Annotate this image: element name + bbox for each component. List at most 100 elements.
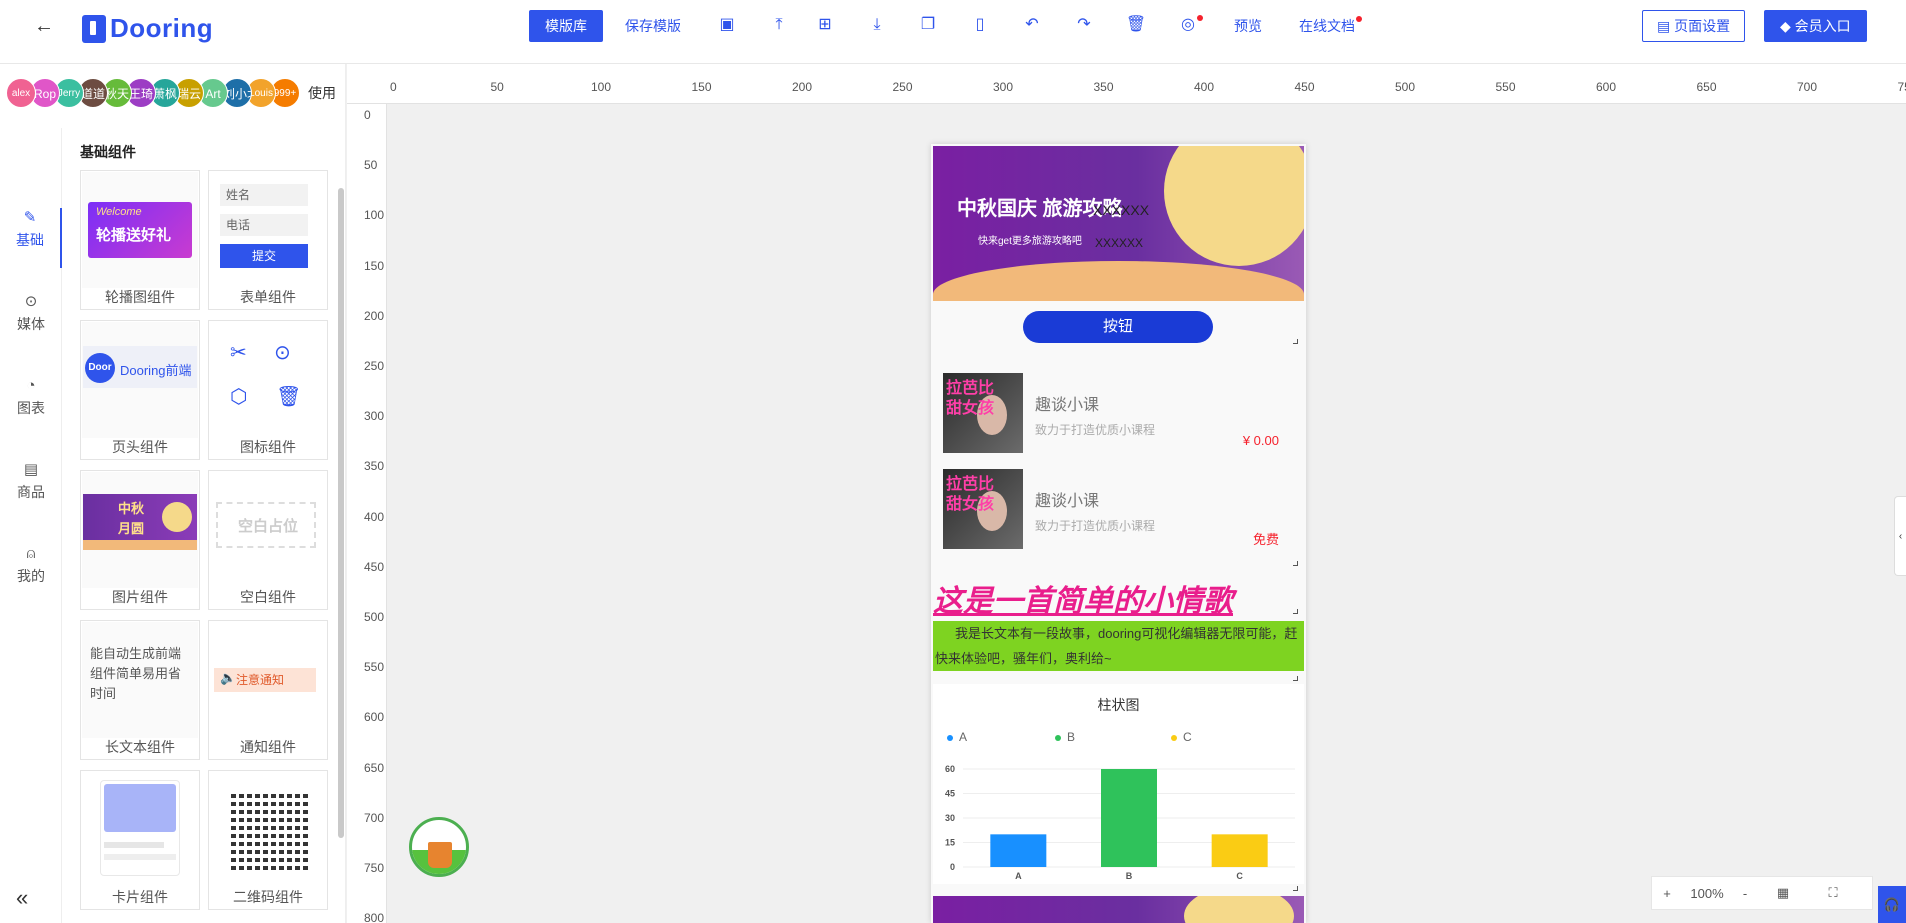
ruler-horizontal: 0 50 100 150 200 250 300 350 400 450 500 550 600 650 7… bbox=[347, 64, 1906, 104]
component-card-header[interactable]: Door Dooring前端 页头组件 bbox=[80, 320, 200, 460]
resize-handle[interactable] bbox=[1293, 886, 1298, 891]
play-icon: ⊙ bbox=[274, 342, 291, 364]
legend-item-a[interactable]: A bbox=[947, 730, 967, 744]
nav-item-goods[interactable]: ▤ 商品 bbox=[0, 460, 62, 520]
download-icon[interactable]: ⤓ bbox=[866, 14, 888, 36]
x-tick-label: C bbox=[1236, 871, 1243, 881]
y-tick-label: 45 bbox=[945, 789, 955, 799]
canvas-button[interactable]: 按钮 bbox=[1023, 311, 1213, 343]
right-panel-toggle[interactable]: ‹ bbox=[1894, 496, 1906, 576]
y-tick-label: 0 bbox=[950, 862, 955, 872]
legend-item-b[interactable]: B bbox=[1055, 730, 1075, 744]
ruler-tick-label: 300 bbox=[993, 80, 1014, 94]
resize-handle[interactable] bbox=[1293, 561, 1298, 566]
online-docs-link[interactable]: 在线文档 bbox=[1299, 10, 1355, 42]
canvas-phone[interactable]: 中秋国庆 旅游攻略 快来get更多旅游攻略吧 XXXXXX XXXXXX 按钮 … bbox=[931, 144, 1306, 923]
ruler-tick-label: 600 bbox=[364, 710, 385, 725]
preview-link[interactable]: 预览 bbox=[1234, 10, 1262, 42]
logo-text: Dooring bbox=[110, 13, 214, 43]
song-title-text[interactable]: 这是一首简单的小情歌 bbox=[933, 576, 1233, 620]
ruler-tick-label: 550 bbox=[364, 660, 385, 675]
component-card-icon[interactable]: ✂ ⊙ ⬡ 🗑 图标组件 bbox=[208, 320, 328, 460]
canvas-banner-image[interactable]: 中秋国庆 旅游攻略 快来get更多旅游攻略吧 XXXXXX XXXXXX bbox=[933, 146, 1304, 301]
play-circle-icon: ⊙ bbox=[24, 293, 38, 310]
ruler-tick-label: 100 bbox=[364, 208, 385, 223]
ruler-tick-label: 800 bbox=[364, 911, 385, 923]
bar-chart[interactable]: 柱状图 A B C 0 15 30 45 60 A B C bbox=[933, 684, 1304, 884]
arrow-left-icon[interactable]: ← bbox=[30, 14, 58, 38]
zoom-out-button[interactable]: - bbox=[1732, 886, 1758, 901]
carousel-thumbnail: Welcome 轮播送好礼 bbox=[82, 172, 198, 288]
form-thumbnail: 姓名 电话 提交 bbox=[210, 172, 326, 288]
component-card-notice[interactable]: 注意通知 🔈 通知组件 bbox=[208, 620, 328, 760]
nav-item-mine[interactable]: ⍝ 我的 bbox=[0, 544, 62, 604]
component-card-qrcode[interactable]: 二维码组件 bbox=[208, 770, 328, 910]
component-card-carousel[interactable]: Welcome 轮播送好礼 轮播图组件 bbox=[80, 170, 200, 310]
component-card-longtext[interactable]: 能自动生成前端组件简单易用省时间 长文本组件 bbox=[80, 620, 200, 760]
ruler-tick-label: 450 bbox=[1294, 80, 1315, 94]
ruler-tick-label: 400 bbox=[364, 509, 385, 524]
mobile-icon[interactable]: ▯ bbox=[969, 14, 991, 36]
headset-icon[interactable]: 🎧 bbox=[1878, 886, 1906, 923]
component-card-image[interactable]: 中秋 月圆 图片组件 bbox=[80, 470, 200, 610]
beer-float-icon[interactable] bbox=[409, 817, 469, 877]
long-text-block[interactable]: 我是长文本有一段故事，dooring可视化编辑器无限可能，赶快来体验吧，骚年们，… bbox=[933, 621, 1304, 671]
legend-item-c[interactable]: C bbox=[1171, 730, 1192, 744]
chart-title: 柱状图 bbox=[1097, 697, 1140, 713]
component-card-card[interactable]: 卡片组件 bbox=[80, 770, 200, 910]
component-card-blank[interactable]: 空白占位 空白组件 bbox=[208, 470, 328, 610]
file-add-icon[interactable]: ⊞ bbox=[814, 14, 836, 36]
nav-item-media[interactable]: ⊙ 媒体 bbox=[0, 292, 62, 352]
notice-thumbnail: 注意通知 🔈 bbox=[210, 622, 326, 738]
member-entry-button[interactable]: ◆ 会员入口 bbox=[1764, 10, 1867, 42]
sound-icon: 🔈 bbox=[220, 670, 237, 685]
undo-icon[interactable]: ↶ bbox=[1021, 14, 1043, 36]
fullscreen-icon[interactable]: ⛶ bbox=[1808, 885, 1858, 901]
header-thumbnail: Door Dooring前端 bbox=[82, 322, 198, 438]
zoom-in-button[interactable]: + bbox=[1652, 886, 1682, 901]
nav-item-chart[interactable]: ◔ 图表 bbox=[0, 376, 62, 436]
chart-bar-b bbox=[1101, 769, 1157, 867]
instagram-icon[interactable]: ◎ bbox=[1177, 14, 1199, 36]
blank-thumbnail: 空白占位 bbox=[210, 472, 326, 588]
logo[interactable]: Dooring bbox=[82, 13, 213, 44]
trash-icon: 🗑 bbox=[276, 386, 302, 408]
component-card-form[interactable]: 姓名 电话 提交 表单组件 bbox=[208, 170, 328, 310]
grid-icon[interactable]: ▦ bbox=[1758, 885, 1808, 901]
avatars-use-label: 使用 bbox=[308, 85, 336, 101]
copy-icon[interactable]: ❐ bbox=[917, 14, 939, 36]
resize-handle[interactable] bbox=[1293, 339, 1298, 344]
upload-icon[interactable]: ⤒ bbox=[768, 14, 790, 36]
resize-handle[interactable] bbox=[1293, 609, 1298, 614]
page-settings-button[interactable]: ▤ 页面设置 bbox=[1642, 10, 1746, 42]
user-avatars: alexRopJerry道道秋天王琦萧枫瑞云Art刘小北Louis999+使用 bbox=[6, 78, 336, 108]
avatar[interactable]: alex bbox=[6, 78, 36, 108]
save-template-link[interactable]: 保存模版 bbox=[625, 10, 681, 42]
ruler-tick-label: 450 bbox=[364, 559, 385, 574]
ruler-tick-label: 750 bbox=[364, 861, 385, 875]
save-icon[interactable]: ▣ bbox=[716, 14, 738, 36]
course-item[interactable]: 拉芭比 甜女孩 趣谈小课 致力于打造优质小课程 免费 bbox=[943, 469, 1283, 553]
y-tick-label: 30 bbox=[945, 813, 955, 823]
canvas-banner-image-2[interactable] bbox=[933, 896, 1304, 923]
longtext-thumbnail: 能自动生成前端组件简单易用省时间 bbox=[82, 622, 198, 738]
redo-icon[interactable]: ↷ bbox=[1073, 14, 1095, 36]
resize-handle[interactable] bbox=[1293, 676, 1298, 681]
ruler-tick-label: 500 bbox=[364, 610, 385, 624]
card-thumbnail bbox=[82, 772, 198, 888]
ruler-tick-label: 350 bbox=[1093, 80, 1114, 94]
delete-icon[interactable]: 🗑 bbox=[1125, 14, 1147, 36]
diamond-icon: ◆ bbox=[1780, 18, 1795, 34]
left-panel: alexRopJerry道道秋天王琦萧枫瑞云Art刘小北Louis999+使用 … bbox=[0, 64, 346, 923]
qrcode-thumbnail bbox=[210, 772, 326, 888]
panel-scrollbar[interactable] bbox=[338, 188, 344, 838]
x-tick-label: A bbox=[1015, 871, 1022, 881]
ruler-tick-label: 700 bbox=[1797, 80, 1818, 94]
nav-item-basic[interactable]: ✎ 基础 bbox=[0, 208, 62, 268]
pie-chart-icon: ◔ bbox=[26, 377, 36, 394]
course-poster: 拉芭比 甜女孩 bbox=[943, 373, 1023, 453]
template-lib-button[interactable]: 模版库 bbox=[529, 10, 603, 42]
double-left-icon[interactable]: « bbox=[16, 885, 28, 911]
course-item[interactable]: 拉芭比 甜女孩 趣谈小课 致力于打造优质小课程 ¥ 0.00 bbox=[943, 373, 1283, 457]
cloud-graphic bbox=[933, 261, 1304, 301]
